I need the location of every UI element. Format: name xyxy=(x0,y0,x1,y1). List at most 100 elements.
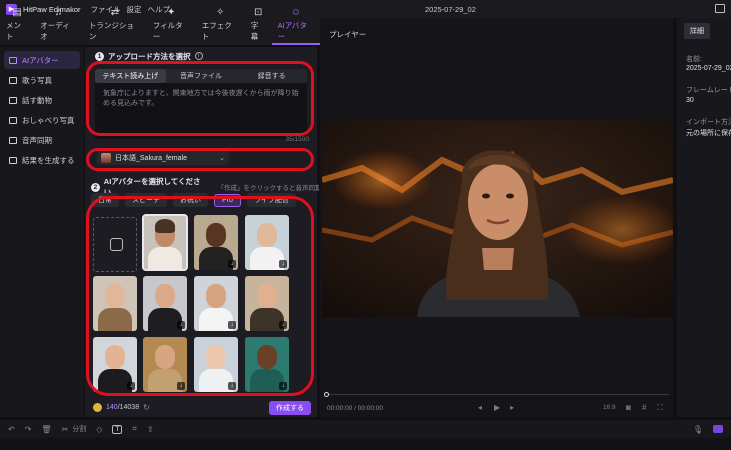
filter-daily[interactable]: 日常 xyxy=(91,193,119,207)
tool-filter[interactable]: ✦ フィルター xyxy=(147,8,196,42)
undo-icon[interactable]: ↶ xyxy=(8,425,15,434)
progress-handle[interactable] xyxy=(324,392,329,397)
avatar-item[interactable]: ↓ xyxy=(93,337,137,392)
sidebar-item-label: 話す動物 xyxy=(22,95,52,105)
avatar-item[interactable]: ↓ xyxy=(194,276,238,331)
media-icon: ▤ xyxy=(12,7,22,18)
details-panel: 詳細 名前: 2025-07-29_02 フレームレート 30 インポート方法 … xyxy=(677,18,731,417)
filter-icon: ✦ xyxy=(167,7,176,18)
tool-ai-avatar[interactable]: ☺ AIアバター xyxy=(271,8,320,45)
ai-avatar-icon: ☺ xyxy=(290,7,301,18)
animal-icon xyxy=(9,96,17,104)
progress-track[interactable] xyxy=(326,394,669,395)
text-icon[interactable]: T xyxy=(112,424,123,434)
tool-label: トランジション xyxy=(88,21,134,41)
chevron-down-icon: ⌄ xyxy=(219,155,225,162)
voice-select[interactable]: 日本語_Sakura_female ⌄ xyxy=(97,151,229,165)
tab-text-to-speech[interactable]: テキスト読み上げ xyxy=(95,69,166,83)
download-icon: ↓ xyxy=(279,260,287,268)
avatar-item[interactable]: ↓ xyxy=(194,215,238,270)
fullscreen-icon[interactable]: ⛶ xyxy=(657,403,663,413)
tab-details[interactable]: 詳細 xyxy=(684,23,710,39)
grid-icon[interactable]: # xyxy=(642,403,646,412)
avatar-item[interactable]: ↓ xyxy=(245,337,289,392)
tool-label: 字幕 xyxy=(250,21,259,41)
filter-celebration[interactable]: お祝い xyxy=(173,193,208,207)
sidebar: AIアバター 歌う写真 話す動物 おしゃべり写真 音声同期 結果を生成する xyxy=(0,47,84,417)
aspect-ratio[interactable]: 16:9 xyxy=(603,404,616,411)
window-layout-icon[interactable] xyxy=(715,4,725,13)
sidebar-item-talking-photo[interactable]: おしゃべり写真 xyxy=(4,111,80,129)
download-icon: ↓ xyxy=(228,260,236,268)
avatar-category-tabs: 日常 スピーチ お祝い Pro ライブ配信 xyxy=(91,193,296,207)
refresh-icon[interactable]: ↻ xyxy=(143,403,150,412)
tool-subtitle[interactable]: ⊡ 字幕 xyxy=(245,8,272,42)
next-frame-icon[interactable]: ▸ xyxy=(510,403,514,412)
snapshot-icon[interactable]: ◙ xyxy=(626,403,631,412)
sync-icon xyxy=(9,136,17,144)
tool-transition[interactable]: ⇄ トランジション xyxy=(83,8,147,42)
avatar-item[interactable] xyxy=(142,214,188,271)
info-icon[interactable]: i xyxy=(194,52,203,60)
app-title: HitPaw Edimakor xyxy=(23,4,81,14)
step-number: 1 xyxy=(95,51,104,61)
add-user-icon xyxy=(110,238,123,251)
step-number: 2 xyxy=(91,182,100,192)
menu-settings[interactable]: 設定 xyxy=(127,4,142,15)
coin-icon xyxy=(93,402,102,412)
filter-pro[interactable]: Pro xyxy=(214,193,241,207)
project-name: 2025-07-29_02 xyxy=(425,5,476,14)
split-icon[interactable]: ✂ xyxy=(62,425,69,434)
upload-avatar-button[interactable] xyxy=(93,217,137,272)
avatar-item[interactable]: ↓ xyxy=(143,337,187,392)
tool-label: メント xyxy=(6,21,21,41)
sidebar-item-ai-avatar[interactable]: AIアバター xyxy=(4,51,80,69)
sidebar-item-results[interactable]: 結果を生成する xyxy=(4,151,80,169)
delete-icon[interactable]: 🗑 xyxy=(41,425,51,434)
framerate-value: 30 xyxy=(686,97,694,104)
section-title: アップロード方法を選択 xyxy=(108,51,191,61)
export-icon[interactable]: ⇪ xyxy=(147,425,154,434)
microphone-icon[interactable]: 🎙 xyxy=(693,425,703,434)
play-icon[interactable]: ▶ xyxy=(494,403,500,412)
avatar-item[interactable]: ↓ xyxy=(194,337,238,392)
split-label[interactable]: 分割 xyxy=(72,424,86,434)
char-counter: 35/1500 xyxy=(285,136,310,143)
name-value: 2025-07-29_02 xyxy=(686,65,731,72)
effect-icon: ✧ xyxy=(216,7,225,18)
tool-label: AIアバター xyxy=(277,21,307,41)
section-hint: 「作成」をクリックすると音声同期 xyxy=(217,185,319,192)
tts-text-input[interactable]: 気象庁によりますと、関東地方では今後夜遅くから雨が降り始める見込みです。 xyxy=(95,83,307,139)
timeline-toolbar: ↶ ↷ 🗑 ✂ 分割 ◇ T ⌗ ⇪ 🎙 xyxy=(0,420,731,438)
shield-icon[interactable]: ◇ xyxy=(96,425,102,434)
text-input-block: テキスト読み上げ 音声ファイル 録音する 気象庁によりますと、関東地方では今後夜… xyxy=(95,69,307,139)
timeline-track-area[interactable] xyxy=(0,438,731,450)
avatar-item[interactable]: ↓ xyxy=(245,276,289,331)
video-preview[interactable] xyxy=(322,120,673,317)
sidebar-item-talking-animal[interactable]: 話す動物 xyxy=(4,91,80,109)
upload-method-tabs: テキスト読み上げ 音声ファイル 録音する xyxy=(95,69,307,83)
download-icon: ↓ xyxy=(127,382,135,390)
ai-badge-icon[interactable] xyxy=(713,425,723,433)
sidebar-item-label: おしゃべり写真 xyxy=(22,115,75,125)
tool-media[interactable]: ▤ メント xyxy=(0,8,34,42)
playback-controls: 00:00:00 / 00:00:00 ◂ ▶ ▸ 16:9 ◙ # ⛶ xyxy=(320,390,673,416)
avatar-item[interactable]: ↓ xyxy=(143,276,187,331)
prev-frame-icon[interactable]: ◂ xyxy=(478,403,482,412)
filter-live[interactable]: ライブ配信 xyxy=(246,193,296,207)
tab-record[interactable]: 録音する xyxy=(236,69,307,83)
avatar-item[interactable]: ↓ xyxy=(245,215,289,270)
redo-icon[interactable]: ↷ xyxy=(25,425,32,434)
tool-audio[interactable]: ♫ オーディオ xyxy=(34,8,83,42)
avatar-item[interactable] xyxy=(93,276,137,331)
crop-icon[interactable]: ⌗ xyxy=(132,424,137,434)
sidebar-item-label: 結果を生成する xyxy=(22,155,75,165)
sidebar-item-lip-sync[interactable]: 音声同期 xyxy=(4,131,80,149)
filter-speech[interactable]: スピーチ xyxy=(125,193,167,207)
player-title: プレイヤー xyxy=(329,30,367,39)
create-button[interactable]: 作成する xyxy=(269,401,311,415)
tool-effect[interactable]: ✧ エフェクト xyxy=(196,8,245,42)
sidebar-item-singing-photo[interactable]: 歌う写真 xyxy=(4,71,80,89)
name-label: 名前: xyxy=(686,56,702,63)
tab-audio-file[interactable]: 音声ファイル xyxy=(166,69,237,83)
